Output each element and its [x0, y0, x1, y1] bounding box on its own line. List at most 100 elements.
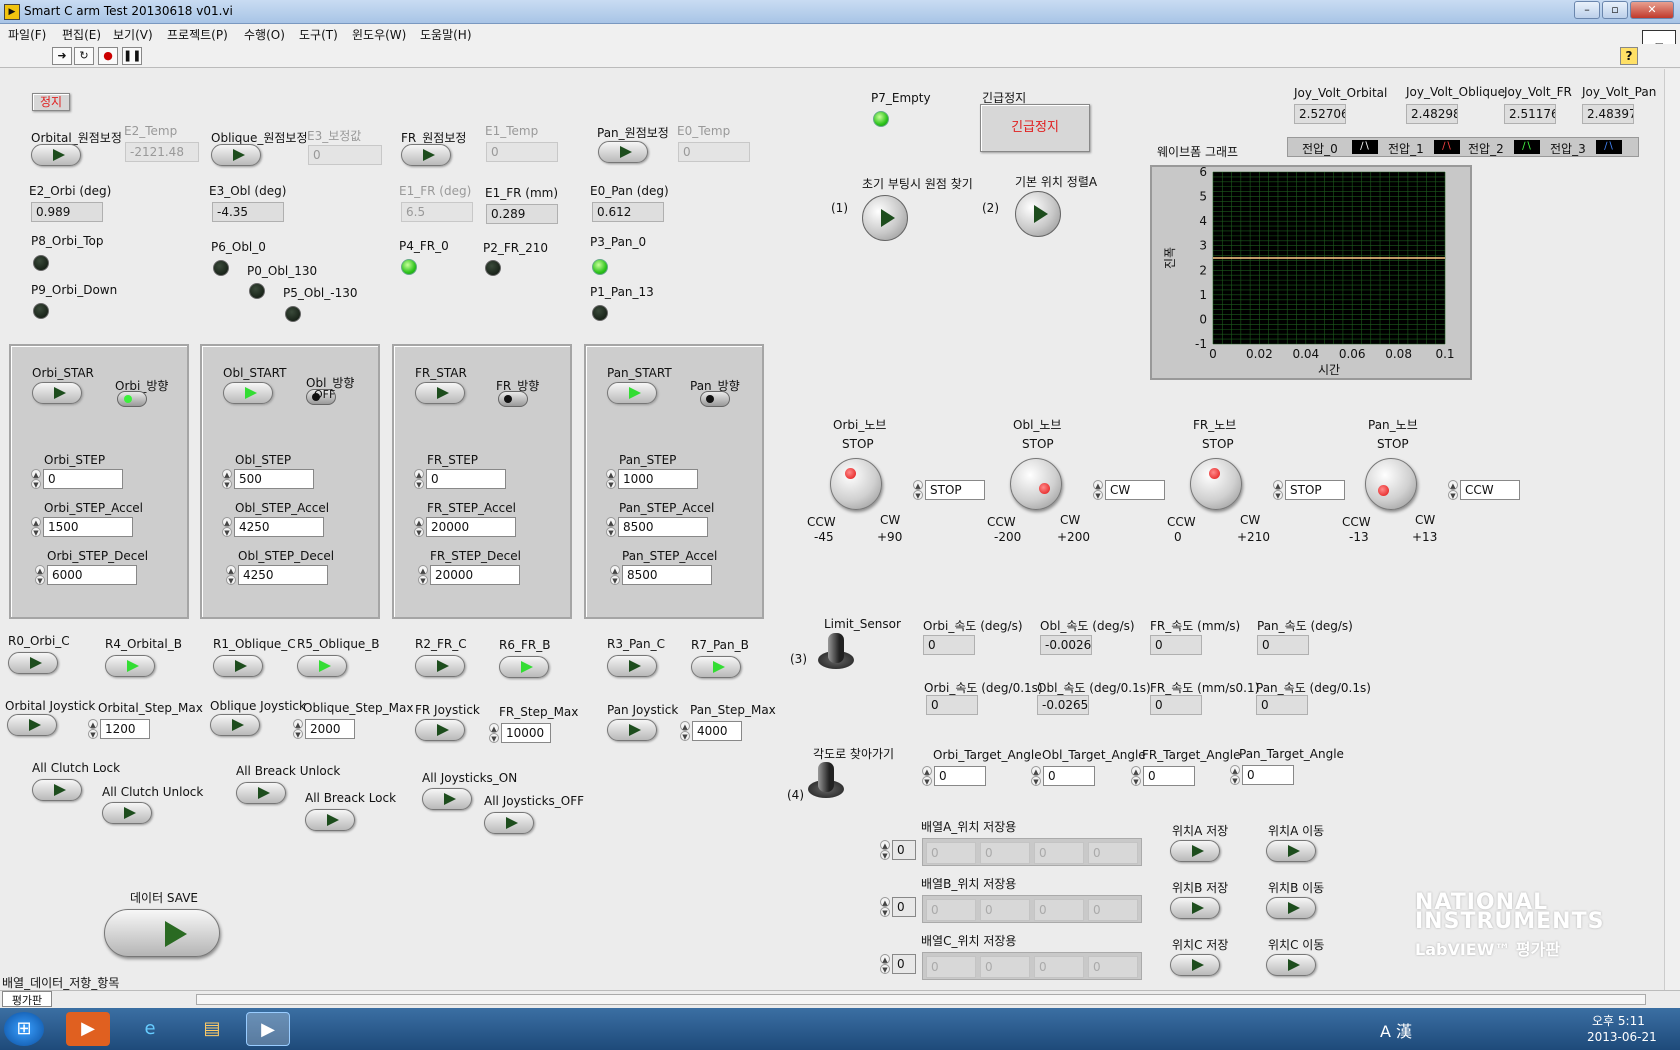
position-1-move-button[interactable] — [1266, 897, 1316, 919]
limit-sensor-toggle[interactable] — [818, 633, 854, 673]
abort-icon[interactable]: ● — [98, 47, 118, 65]
internet-explorer-icon[interactable]: e — [128, 1012, 172, 1046]
pause-icon[interactable]: ❚❚ — [122, 47, 142, 65]
knob-2[interactable] — [1190, 458, 1242, 510]
legend-0-plot-icon[interactable]: ∕∖ — [1352, 140, 1378, 154]
legend-1-plot-icon[interactable]: ∕∖ — [1434, 140, 1460, 154]
position-1-index[interactable]: 0 — [892, 897, 916, 917]
menu-tools[interactable]: 도구(T) — [299, 26, 338, 43]
oblique-joystick-button[interactable] — [210, 714, 260, 736]
menu-view[interactable]: 보기(V) — [113, 26, 153, 43]
position-2-move-button[interactable] — [1266, 954, 1316, 976]
oblique-zero-button[interactable] — [211, 144, 261, 166]
fr-decel-input[interactable]: 20000 — [430, 565, 520, 585]
fr-joystick-button[interactable] — [415, 719, 465, 741]
obl-step-input[interactable]: 500 — [234, 469, 314, 489]
position-1-save-button[interactable] — [1170, 897, 1220, 919]
fr-accel-input[interactable]: 20000 — [426, 517, 516, 537]
relay-r2-button[interactable] — [415, 655, 465, 677]
knob-0-spinner[interactable]: ▲ ▼ — [913, 480, 923, 500]
knob-2-spinner[interactable]: ▲ ▼ — [1273, 480, 1283, 500]
position-2-index[interactable]: 0 — [892, 954, 916, 974]
joysticks-off-button[interactable] — [484, 812, 534, 834]
pan-target-input[interactable]: 0 — [1242, 765, 1294, 785]
menu-help[interactable]: 도움말(H) — [420, 26, 472, 43]
pan-decel-spinner[interactable]: ▲ ▼ — [610, 565, 620, 585]
pan-joystick-button[interactable] — [607, 719, 657, 741]
relay-r5-button[interactable] — [297, 655, 347, 677]
obl-accel-input[interactable]: 4250 — [234, 517, 324, 537]
clutch-unlock-button[interactable] — [102, 802, 152, 824]
run-continuously-icon[interactable]: ↻ — [74, 47, 94, 65]
oblique-step-max-input[interactable]: 2000 — [305, 719, 355, 739]
pan-start-button[interactable] — [607, 382, 657, 404]
ime-indicator[interactable]: A 漢 — [1380, 1018, 1412, 1042]
position-2-save-button[interactable] — [1170, 954, 1220, 976]
menu-window[interactable]: 윈도우(W) — [352, 26, 406, 43]
knob-3-value[interactable]: CCW — [1460, 480, 1520, 500]
orbital-step-max-spinner[interactable]: ▲ ▼ — [88, 719, 98, 739]
menu-project[interactable]: 프로젝트(P) — [167, 26, 228, 43]
knob-3[interactable] — [1365, 458, 1417, 510]
orbi-accel-spinner[interactable]: ▲ ▼ — [31, 517, 41, 537]
menu-edit[interactable]: 편집(E) — [62, 26, 101, 43]
obl-target-input[interactable]: 0 — [1043, 766, 1095, 786]
pan-accel-input[interactable]: 8500 — [618, 517, 708, 537]
fr-accel-spinner[interactable]: ▲ ▼ — [414, 517, 424, 537]
legend-3-plot-icon[interactable]: ∕∖ — [1596, 140, 1622, 154]
clock-time[interactable]: 오후 5:11 — [1592, 1012, 1645, 1029]
fr-step-spinner[interactable]: ▲ ▼ — [414, 469, 424, 489]
position-0-move-button[interactable] — [1266, 840, 1316, 862]
knob-1-spinner[interactable]: ▲ ▼ — [1093, 480, 1103, 500]
knob-2-value[interactable]: STOP — [1285, 480, 1345, 500]
fr-decel-spinner[interactable]: ▲ ▼ — [418, 565, 428, 585]
relay-r3-button[interactable] — [607, 655, 657, 677]
help-icon[interactable]: ? — [1620, 47, 1638, 65]
explorer-icon[interactable]: ▤ — [190, 1012, 234, 1046]
pan-accel-spinner[interactable]: ▲ ▼ — [606, 517, 616, 537]
run-icon[interactable]: ➜ — [52, 47, 72, 65]
position-0-index[interactable]: 0 — [892, 840, 916, 860]
obl-start-button[interactable] — [223, 382, 273, 404]
media-player-icon[interactable]: ▶ — [66, 1012, 110, 1046]
breack-lock-button[interactable] — [305, 809, 355, 831]
align-button[interactable] — [1015, 191, 1061, 237]
pan-step-max-spinner[interactable]: ▲ ▼ — [680, 721, 690, 741]
breack-unlock-button[interactable] — [236, 782, 286, 804]
obl-accel-spinner[interactable]: ▲ ▼ — [222, 517, 232, 537]
obl-decel-spinner[interactable]: ▲ ▼ — [226, 565, 236, 585]
knob-1-value[interactable]: CW — [1105, 480, 1165, 500]
pan-step-max-input[interactable]: 4000 — [692, 721, 742, 741]
fr-step-max-input[interactable]: 10000 — [501, 723, 551, 743]
knob-0-value[interactable]: STOP — [925, 480, 985, 500]
legend-2-plot-icon[interactable]: ∕∖ — [1514, 140, 1540, 154]
orbi-start-button[interactable] — [32, 382, 82, 404]
fr-target-spinner[interactable]: ▲ ▼ — [1131, 766, 1141, 786]
pan-target-spinner[interactable]: ▲ ▼ — [1230, 765, 1240, 785]
fr-step-input[interactable]: 0 — [426, 469, 506, 489]
knob-0[interactable] — [830, 458, 882, 510]
pan-decel-input[interactable]: 8500 — [622, 565, 712, 585]
emergency-stop-button[interactable]: 긴급정지 — [980, 104, 1090, 152]
go-to-angle-toggle[interactable] — [808, 762, 844, 802]
knob-3-spinner[interactable]: ▲ ▼ — [1448, 480, 1458, 500]
pan-direction-switch[interactable] — [700, 391, 730, 407]
obl-step-spinner[interactable]: ▲ ▼ — [222, 469, 232, 489]
pan-step-spinner[interactable]: ▲ ▼ — [606, 469, 616, 489]
knob-1[interactable] — [1010, 458, 1062, 510]
orbital-step-max-input[interactable]: 1200 — [100, 719, 150, 739]
fr-direction-switch[interactable] — [498, 391, 528, 407]
labview-task-icon[interactable]: ▶ — [246, 1012, 290, 1046]
obl-target-spinner[interactable]: ▲ ▼ — [1031, 766, 1041, 786]
orbi-decel-input[interactable]: 6000 — [47, 565, 137, 585]
position-1-index-spinner[interactable]: ▲ ▼ — [880, 897, 890, 917]
horizontal-scrollbar[interactable] — [196, 994, 1646, 1005]
relay-r7-button[interactable] — [691, 656, 741, 678]
relay-r0-button[interactable] — [8, 652, 58, 674]
orbi-target-spinner[interactable]: ▲ ▼ — [922, 766, 932, 786]
minimize-button[interactable]: – — [1574, 1, 1600, 19]
relay-r4-button[interactable] — [105, 655, 155, 677]
oblique-step-max-spinner[interactable]: ▲ ▼ — [293, 719, 303, 739]
menu-operate[interactable]: 수행(O) — [244, 26, 285, 43]
position-0-save-button[interactable] — [1170, 840, 1220, 862]
